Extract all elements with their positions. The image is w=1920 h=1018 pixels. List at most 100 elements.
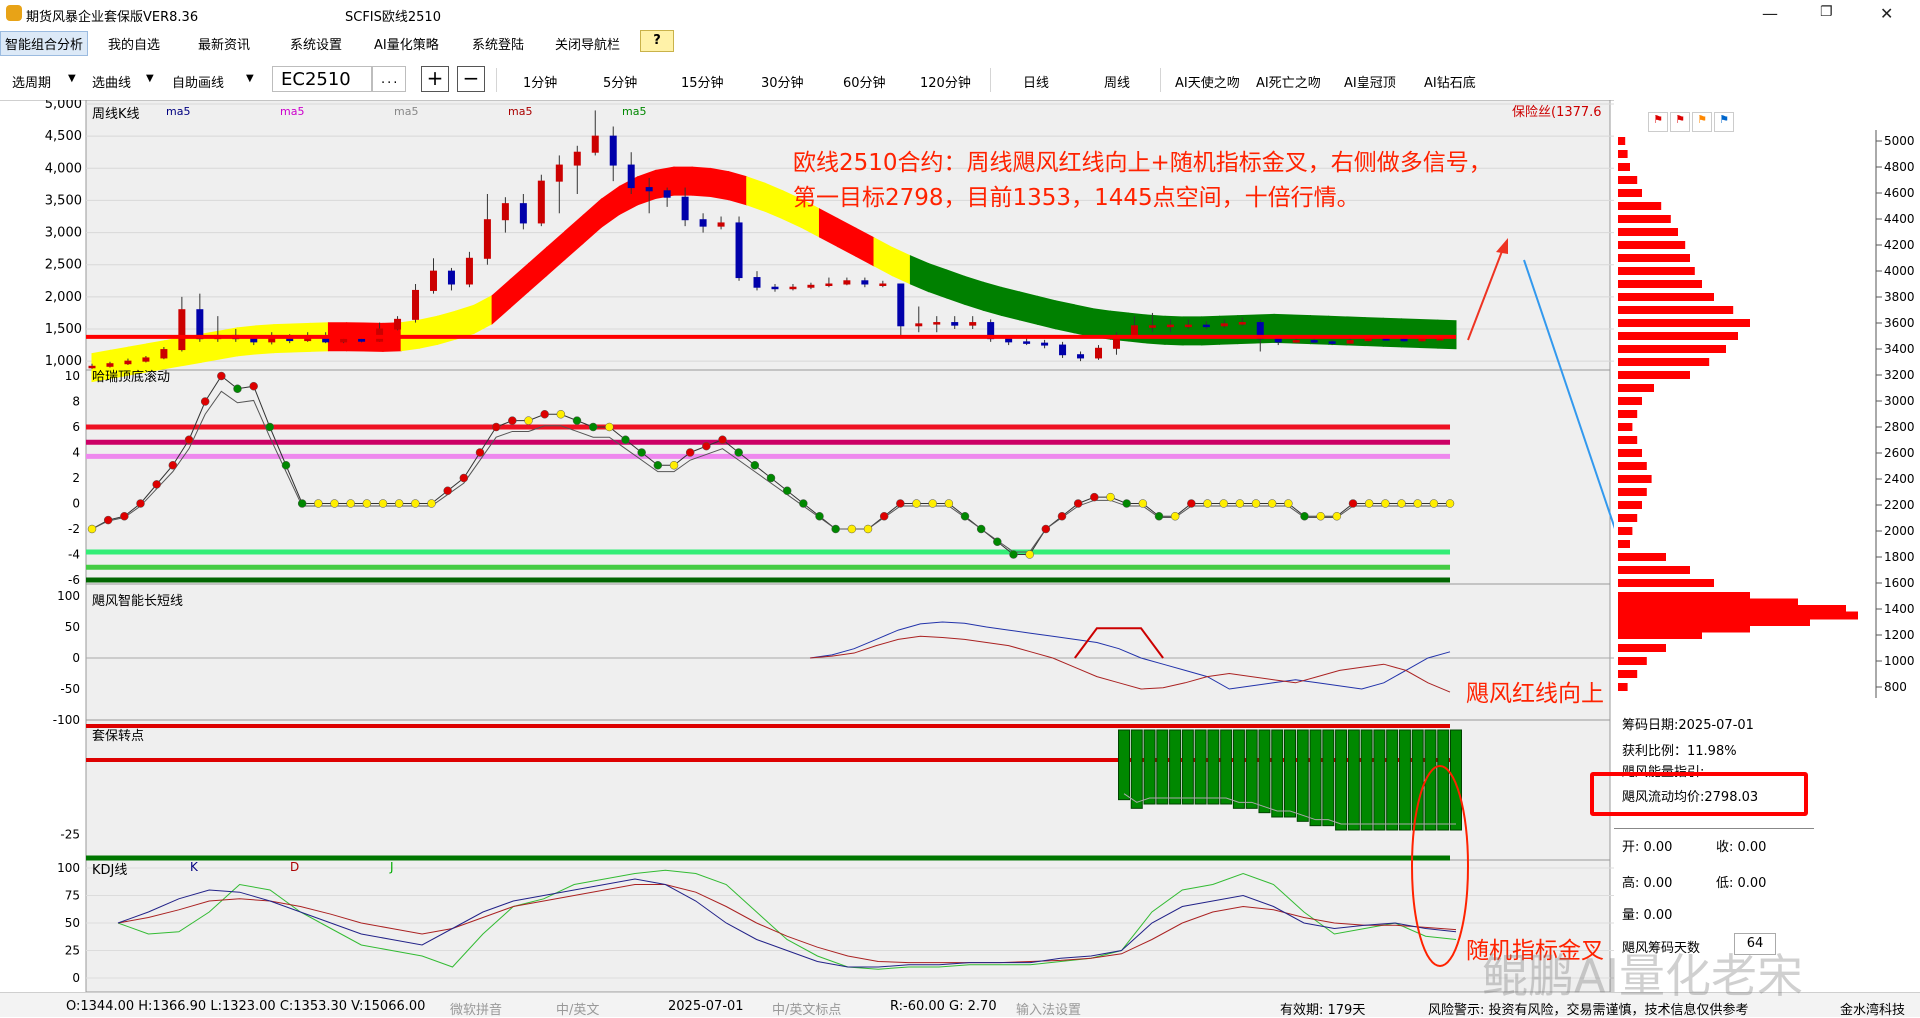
- interval-weekly[interactable]: 周线: [1104, 72, 1130, 91]
- profile-tick-label: 1400: [1884, 602, 1915, 616]
- profile-tick-label: 2000: [1884, 524, 1915, 538]
- ma-label: ma5: [508, 105, 532, 118]
- annotation-line-1: 欧线2510合约：周线飓风红线向上+随机指标金叉，右侧做多信号，: [793, 150, 1492, 176]
- hedge-bar: [1437, 729, 1450, 831]
- profile-bar: [1618, 501, 1642, 509]
- harry-point: [184, 435, 194, 444]
- candle-body: [663, 190, 671, 198]
- interval-daily[interactable]: 日线: [1023, 72, 1049, 91]
- ribbon-segment: [709, 167, 730, 201]
- profile-bar: [1618, 670, 1638, 678]
- ai-angel-kiss-button[interactable]: AI天使之吻: [1175, 72, 1240, 91]
- minimize-icon[interactable]: —: [1762, 4, 1778, 23]
- profile-bar: [1618, 254, 1690, 262]
- ribbon-segment: [1328, 315, 1348, 346]
- chevron-down-icon[interactable]: ▼: [146, 73, 154, 84]
- harry-point: [685, 448, 695, 457]
- ribbon-segment: [1182, 316, 1202, 346]
- ribbon-segment: [964, 275, 984, 311]
- curve-select[interactable]: 选曲线: [92, 72, 131, 91]
- harry-point: [1235, 499, 1245, 508]
- harry-point: [1041, 524, 1051, 534]
- menu-news[interactable]: 最新资讯: [198, 34, 250, 53]
- document-title: SCFIS欧线2510: [345, 10, 441, 25]
- ai-death-kiss-button[interactable]: AI死亡之吻: [1256, 72, 1321, 91]
- ai-diamond-bottom-button[interactable]: AI钻石底: [1424, 72, 1476, 91]
- profile-tick-label: 2200: [1884, 498, 1915, 512]
- candle-body: [807, 284, 815, 288]
- harry-point: [912, 499, 921, 508]
- candle-body: [1346, 340, 1354, 344]
- close-icon[interactable]: ✕: [1880, 4, 1893, 23]
- menu-smart-analysis[interactable]: 智能组合分析: [0, 31, 89, 56]
- chart-canvas[interactable]: 5,000 4,500 4,000 3,500 3,000 2,500 2,000 1,500…: [0, 100, 1614, 992]
- profile-tick-label: 1600: [1884, 576, 1915, 590]
- symbol-input[interactable]: EC2510: [272, 66, 372, 92]
- interval-15m[interactable]: 15分钟: [681, 72, 724, 91]
- profile-bar: [1618, 228, 1678, 236]
- chip-date: 筹码日期:2025-07-01: [1622, 718, 1754, 733]
- ribbon-segment: [1310, 315, 1330, 345]
- profile-bar: [1618, 384, 1654, 392]
- candle-body: [861, 280, 869, 285]
- profile-tick-label: 4400: [1884, 212, 1915, 226]
- profile-bar: [1618, 319, 1750, 327]
- candle-body: [1130, 325, 1138, 336]
- interval-1m[interactable]: 1分钟: [523, 72, 557, 91]
- interval-5m[interactable]: 5分钟: [603, 72, 637, 91]
- ribbon-segment: [728, 170, 748, 206]
- harry-point: [1397, 499, 1406, 508]
- profile-bar: [1618, 163, 1630, 171]
- help-button[interactable]: ?: [640, 30, 674, 52]
- candle-body: [1095, 347, 1103, 359]
- candle-body: [340, 338, 348, 343]
- harry-point: [1332, 512, 1342, 521]
- harry-point: [265, 422, 275, 432]
- menu-login[interactable]: 系统登陆: [472, 34, 524, 53]
- zoom-out-button[interactable]: −: [457, 66, 485, 92]
- interval-60m[interactable]: 60分钟: [843, 72, 886, 91]
- annotation-line-2: 第一目标2798，目前1353，1445点空间，十倍行情。: [793, 185, 1360, 211]
- harry-tick-label: 8: [72, 395, 80, 409]
- typhoon-tick-label: -100: [53, 713, 80, 727]
- menu-settings[interactable]: 系统设置: [290, 34, 342, 53]
- harry-point: [1170, 512, 1180, 521]
- more-button[interactable]: ...: [372, 66, 406, 92]
- harry-point: [1187, 499, 1196, 508]
- ohlc-readout: O:1344.00 H:1366.90 L:1323.00 C:1353.30 …: [66, 999, 426, 1014]
- profile-bar: [1618, 176, 1638, 184]
- close-value: 收: 0.00: [1716, 840, 1767, 855]
- menu-ai-strategy[interactable]: AI量化策略: [374, 34, 439, 53]
- status-date: 2025-07-01: [668, 999, 744, 1014]
- period-select[interactable]: 选周期: [12, 72, 51, 91]
- menu-close-nav[interactable]: 关闭导航栏: [555, 34, 620, 53]
- ime-label: 中/英文: [556, 1003, 600, 1018]
- menu-bar: 智能组合分析 我的自选 最新资讯 系统设置 AI量化策略 系统登陆 关闭导航栏 …: [0, 28, 1920, 56]
- draw-select[interactable]: 自助画线: [172, 72, 224, 91]
- kdj-tick-label: 75: [65, 889, 80, 903]
- price-tick-label: 2,000: [45, 290, 82, 305]
- chevron-down-icon[interactable]: ▼: [246, 73, 254, 84]
- typhoon-panel-frame: [85, 583, 1611, 721]
- zoom-in-button[interactable]: +: [421, 66, 449, 92]
- interval-30m[interactable]: 30分钟: [761, 72, 804, 91]
- maximize-icon[interactable]: ❐: [1820, 4, 1833, 20]
- chevron-down-icon[interactable]: ▼: [68, 73, 76, 84]
- harry-point: [168, 461, 178, 470]
- menu-watchlist[interactable]: 我的自选: [108, 34, 160, 53]
- harry-point: [702, 441, 711, 451]
- ribbon-segment: [418, 315, 439, 349]
- harry-point: [1251, 499, 1261, 508]
- harry-point: [540, 410, 549, 419]
- ai-crown-top-button[interactable]: AI皇冠顶: [1344, 72, 1396, 91]
- profile-bar: [1618, 657, 1647, 665]
- ime-label: 输入法设置: [1016, 1003, 1082, 1018]
- interval-120m[interactable]: 120分钟: [920, 72, 971, 91]
- price-tick-label: 5,000: [45, 100, 82, 112]
- candle-body: [1041, 342, 1049, 346]
- hedge-bar: [1335, 729, 1348, 831]
- candle-body: [1059, 344, 1067, 356]
- ribbon-segment: [1164, 315, 1184, 346]
- candle-body: [124, 360, 132, 365]
- candle-body: [951, 322, 959, 326]
